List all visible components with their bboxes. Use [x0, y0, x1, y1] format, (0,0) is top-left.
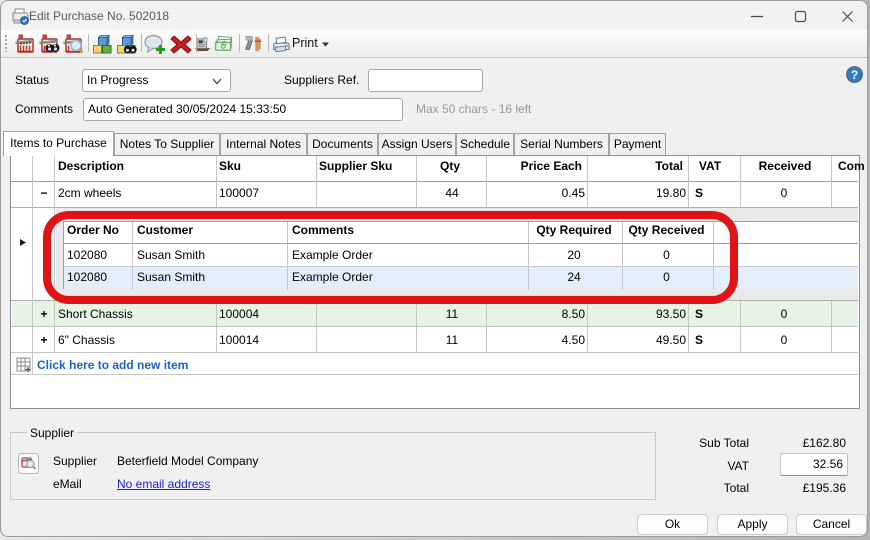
svg-text:?: ? — [851, 68, 858, 82]
